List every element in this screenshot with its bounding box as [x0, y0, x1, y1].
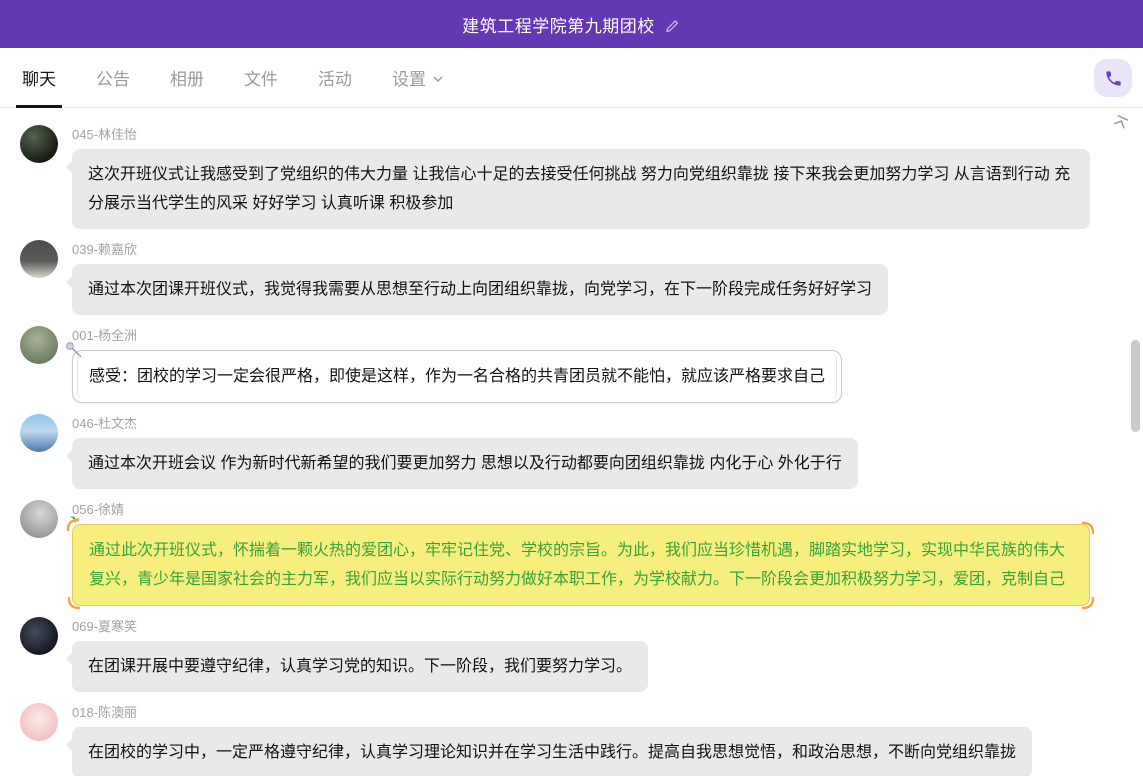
- message-text: 感受：团校的学习一定会很严格，即使是这样，作为一名合格的共青团员就不能怕，就应该…: [89, 368, 825, 385]
- avatar[interactable]: [20, 500, 58, 538]
- tab-chat[interactable]: 聊天: [16, 48, 62, 107]
- phone-icon: [1104, 69, 1123, 88]
- tab-activity[interactable]: 活动: [312, 48, 358, 107]
- corner-curl-icon: [66, 518, 80, 532]
- group-header: 建筑工程学院第九期团校: [0, 0, 1143, 48]
- chat-message: 056-徐婧 通过此次开班仪式，怀揣着一颗火热的爱团心，牢牢记住党、学校的宗旨。…: [0, 491, 1143, 608]
- sender-name: 018-陈澳丽: [72, 702, 1032, 721]
- scrollbar[interactable]: [1131, 340, 1140, 432]
- avatar[interactable]: [20, 240, 58, 278]
- message-bubble-highlighted[interactable]: 通过此次开班仪式，怀揣着一颗火热的爱团心，牢牢记住党、学校的宗旨。为此，我们应当…: [72, 524, 1090, 606]
- chat-message: 039-赖嘉欣 通过本次团课开班仪式，我觉得我需要从思想至行动上向团组织靠拢，向…: [0, 231, 1143, 317]
- tab-album[interactable]: 相册: [164, 48, 210, 107]
- tab-files[interactable]: 文件: [238, 48, 284, 107]
- sender-name: 039-赖嘉欣: [72, 239, 888, 258]
- chat-message: 045-林佳怡 这次开班仪式让我感受到了党组织的伟大力量 让我信心十足的去接受任…: [0, 116, 1143, 231]
- message-bubble[interactable]: 在团校的学习中，一定严格遵守纪律，认真学习理论知识并在学习生活中践行。提高自我思…: [72, 727, 1032, 776]
- avatar[interactable]: [20, 326, 58, 364]
- group-tabbar: 聊天 公告 相册 文件 活动 设置: [0, 48, 1143, 108]
- avatar[interactable]: [20, 617, 58, 655]
- message-bubble-pinned-note[interactable]: 感受：团校的学习一定会很严格，即使是这样，作为一名合格的共青团员就不能怕，就应该…: [72, 350, 842, 403]
- corner-curl-icon: [1081, 521, 1095, 535]
- pin-icon: [64, 340, 84, 360]
- group-title: 建筑工程学院第九期团校: [462, 12, 655, 37]
- message-bubble[interactable]: 通过本次开班会议 作为新时代新希望的我们要更加努力 思想以及行动都要向团组织靠拢…: [72, 438, 858, 489]
- chat-message: 069-夏寒笑 在团课开展中要遵守纪律，认真学习党的知识。下一阶段，我们要努力学…: [0, 608, 1143, 694]
- avatar[interactable]: [20, 125, 58, 163]
- tab-settings[interactable]: 设置: [386, 48, 450, 107]
- avatar[interactable]: [20, 414, 58, 452]
- chat-message: 018-陈澳丽 在团校的学习中，一定严格遵守纪律，认真学习理论知识并在学习生活中…: [0, 694, 1143, 776]
- sender-name: 046-杜文杰: [72, 413, 858, 432]
- sender-name: 001-杨全洲: [72, 325, 842, 344]
- scroll-to-top-icon[interactable]: [1112, 113, 1130, 131]
- sender-name: 056-徐婧: [72, 499, 1090, 518]
- tab-announcement[interactable]: 公告: [90, 48, 136, 107]
- message-bubble[interactable]: 通过本次团课开班仪式，我觉得我需要从思想至行动上向团组织靠拢，向党学习，在下一阶…: [72, 264, 888, 315]
- chat-message: 001-杨全洲 感受：团校的学习一定会很严格，即使是这样，作为一名合格的共青团员…: [0, 317, 1143, 405]
- message-text: 通过此次开班仪式，怀揣着一颗火热的爱团心，牢牢记住党、学校的宗旨。为此，我们应当…: [89, 542, 1065, 588]
- voice-call-button[interactable]: [1094, 59, 1132, 97]
- sender-name: 045-林佳怡: [72, 124, 1090, 143]
- chat-message-list: 045-林佳怡 这次开班仪式让我感受到了党组织的伟大力量 让我信心十足的去接受任…: [0, 108, 1143, 776]
- chat-message: 046-杜文杰 通过本次开班会议 作为新时代新希望的我们要更加努力 思想以及行动…: [0, 405, 1143, 491]
- edit-title-icon[interactable]: [664, 17, 681, 34]
- sender-name: 069-夏寒笑: [72, 616, 648, 635]
- avatar[interactable]: [20, 703, 58, 741]
- message-bubble[interactable]: 在团课开展中要遵守纪律，认真学习党的知识。下一阶段，我们要努力学习。: [72, 641, 648, 692]
- tab-settings-label: 设置: [392, 65, 426, 90]
- chevron-down-icon: [432, 73, 444, 85]
- message-bubble[interactable]: 这次开班仪式让我感受到了党组织的伟大力量 让我信心十足的去接受任何挑战 努力向党…: [72, 149, 1090, 229]
